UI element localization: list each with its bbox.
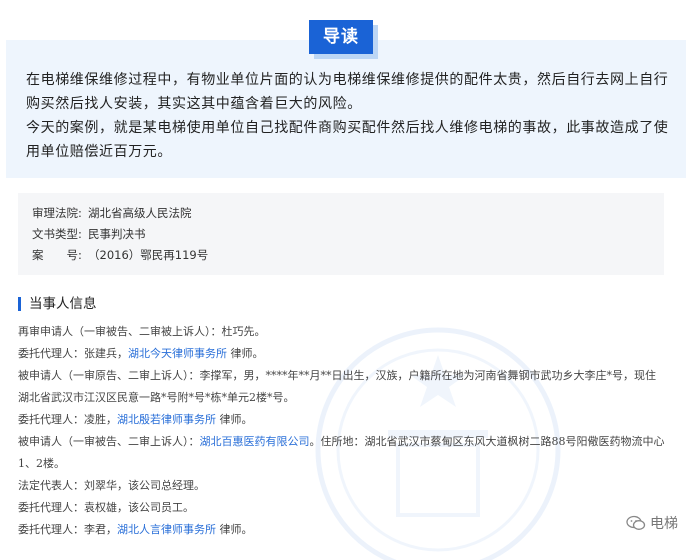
meta-doc-type: 文书类型: 民事判决书 — [32, 224, 664, 245]
party-text: 法定代表人：刘翠华，该公司总经理。 — [18, 479, 205, 492]
party-row: 法定代表人：刘翠华，该公司总经理。 — [18, 475, 666, 497]
party-text: 被申请人（一审被告、二审上诉人）： — [18, 435, 200, 448]
case-meta-box: 审理法院: 湖北省高级人民法院 文书类型: 民事判决书 案 号: （2016）鄂民再1… — [18, 193, 664, 275]
party-row: 被申请人（一审被告、二审上诉人）：湖北百惠医药有限公司。住所地：湖北省武汉市蔡甸… — [18, 431, 666, 475]
meta-case-no: 案 号: （2016）鄂民再119号 — [32, 245, 664, 266]
law-firm-link[interactable]: 湖北今天律师事务所 — [128, 347, 227, 360]
party-row: 委托代理人：张建兵，湖北今天律师事务所 律师。 — [18, 343, 666, 365]
section-label: 当事人信息 — [29, 296, 97, 312]
party-text-after: 律师。 — [219, 523, 253, 536]
meta-key: 审理法院: — [32, 206, 82, 220]
meta-key: 案 号: — [32, 248, 82, 262]
party-row: 被申请人（一审原告、二审上诉人）：李撑军，男，****年**月**日出生，汉族，… — [18, 365, 666, 409]
meta-value: （2016）鄂民再119号 — [88, 248, 209, 262]
section-bar — [18, 297, 21, 311]
party-text: 被申请人（一审原告、二审上诉人）：李撑军，男，****年**月**日出生，汉族，… — [18, 369, 656, 404]
party-text: 委托代理人：袁权雄，该公司员工。 — [18, 501, 194, 514]
party-text: 委托代理人：张建兵， — [18, 347, 128, 360]
intro-paragraph: 今天的案例，就是某电梯使用单位自己找配件商购买配件然后找人维修电梯的事故，此事故… — [26, 120, 669, 160]
meta-value: 民事判决书 — [88, 227, 146, 241]
meta-value: 湖北省高级人民法院 — [88, 206, 192, 220]
law-firm-link[interactable]: 湖北人言律师事务所 — [117, 523, 216, 536]
party-text: 再审申请人（一审被告、二审被上诉人）：杜巧先。 — [18, 325, 266, 338]
badge-label: 导读 — [309, 20, 373, 54]
party-text: 委托代理人：李君， — [18, 523, 117, 536]
party-text-after: 律师。 — [230, 347, 264, 360]
party-row: 委托代理人：凌胜，湖北殷若律师事务所 律师。 — [18, 409, 666, 431]
account-logo: 电梯 — [626, 513, 678, 533]
intro-box: 在电梯维保维修过程中，有物业单位片面的认为电梯维保维修提供的配件太贵，然后自行去… — [6, 40, 686, 178]
intro-badge: 导读 — [309, 20, 378, 59]
law-firm-link[interactable]: 湖北殷若律师事务所 — [117, 413, 216, 426]
company-link[interactable]: 湖北百惠医药有限公司 — [200, 435, 310, 448]
parties-list: 再审申请人（一审被告、二审被上诉人）：杜巧先。 委托代理人：张建兵，湖北今天律师… — [18, 321, 666, 541]
intro-paragraph: 在电梯维保维修过程中，有物业单位片面的认为电梯维保维修提供的配件太贵，然后自行去… — [26, 72, 669, 112]
party-row: 再审申请人（一审被告、二审被上诉人）：杜巧先。 — [18, 321, 666, 343]
meta-court: 审理法院: 湖北省高级人民法院 — [32, 203, 664, 224]
wechat-icon — [626, 515, 646, 530]
meta-key: 文书类型: — [32, 227, 82, 241]
account-name: 电梯 — [650, 516, 678, 532]
party-row: 委托代理人：李君，湖北人言律师事务所 律师。 — [18, 519, 666, 541]
intro-text: 在电梯维保维修过程中，有物业单位片面的认为电梯维保维修提供的配件太贵，然后自行去… — [26, 68, 676, 164]
party-text: 委托代理人：凌胜， — [18, 413, 117, 426]
party-row: 委托代理人：袁权雄，该公司员工。 — [18, 497, 666, 519]
party-text-after: 律师。 — [219, 413, 253, 426]
